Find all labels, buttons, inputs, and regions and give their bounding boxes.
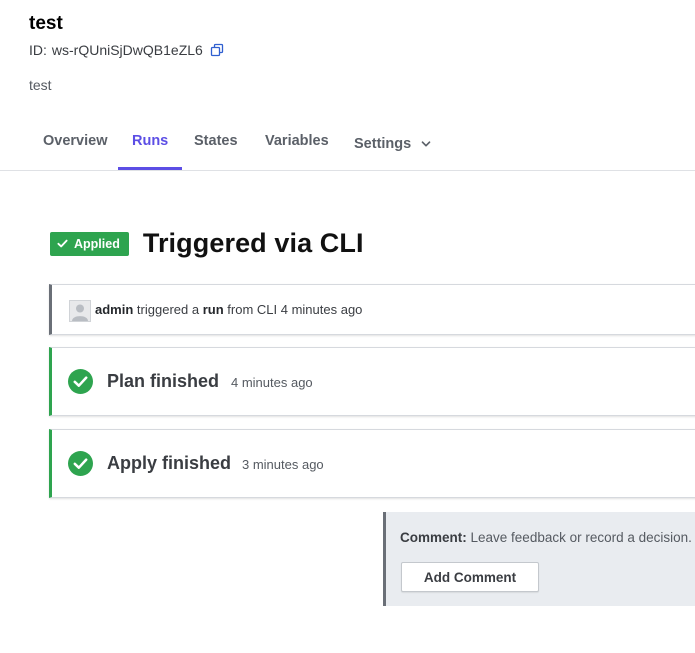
tab-overview[interactable]: Overview [43, 118, 108, 169]
check-icon [57, 239, 68, 248]
run-header: Applied Triggered via CLI [50, 228, 364, 259]
apply-card[interactable]: Apply finished 3 minutes ago [49, 429, 695, 498]
comment-box: Comment: Leave feedback or record a deci… [383, 512, 695, 606]
chevron-down-icon [421, 140, 431, 147]
tab-runs[interactable]: Runs [117, 118, 183, 170]
apply-title: Apply finished [107, 453, 232, 473]
workspace-tabs: Overview Runs States Variables Settings [0, 118, 695, 171]
comment-label: Comment: [400, 530, 467, 545]
tab-settings[interactable]: Settings [354, 118, 432, 169]
apply-time: 3 minutes ago [242, 457, 324, 472]
tab-variables[interactable]: Variables [265, 118, 329, 169]
check-circle-icon [68, 369, 93, 394]
run-title: Triggered via CLI [142, 228, 364, 258]
trigger-text: admin triggered a run from CLI 4 minutes… [95, 302, 362, 317]
check-circle-icon [68, 451, 93, 476]
workspace-id-value: ws-rQUniSjDwQB1eZL6 [51, 42, 203, 58]
trigger-text-2: from CLI 4 minutes ago [227, 302, 363, 317]
add-comment-button[interactable]: Add Comment [401, 562, 539, 592]
status-badge: Applied [50, 231, 129, 256]
trigger-user[interactable]: admin [95, 302, 133, 317]
tab-settings-label: Settings [354, 135, 412, 152]
trigger-text-1: triggered a [136, 302, 200, 317]
avatar [69, 300, 91, 322]
trigger-card: admin triggered a run from CLI 4 minutes… [49, 284, 695, 335]
tab-states[interactable]: States [194, 118, 238, 169]
plan-title: Plan finished [107, 371, 220, 391]
workspace-id-label: ID: [29, 42, 47, 58]
workspace-name: test [29, 13, 63, 34]
plan-card[interactable]: Plan finished 4 minutes ago [49, 347, 695, 416]
trigger-run-word: run [202, 302, 224, 317]
workspace-description: test [29, 77, 52, 93]
status-badge-label: Applied [74, 236, 120, 251]
comment-line: Comment: Leave feedback or record a deci… [400, 530, 692, 545]
plan-time: 4 minutes ago [231, 375, 313, 390]
copy-icon[interactable] [210, 43, 224, 57]
comment-prompt: Leave feedback or record a decision. [470, 530, 692, 545]
workspace-id: ID: ws-rQUniSjDwQB1eZL6 [29, 42, 224, 58]
